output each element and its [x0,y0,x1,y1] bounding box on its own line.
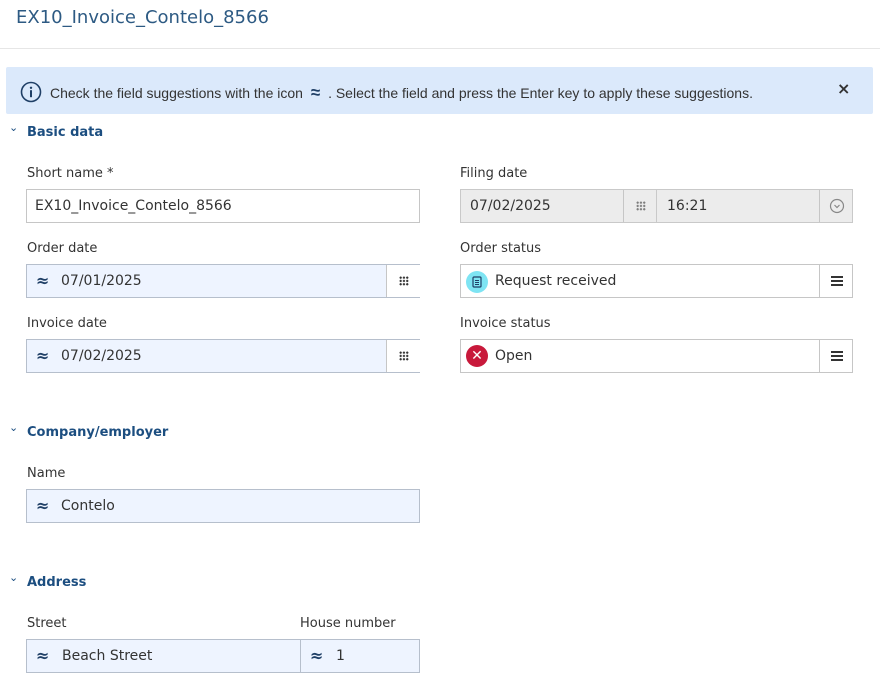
chevron-down-icon[interactable]: ⌄ [9,421,18,434]
calendar-button[interactable] [386,265,420,297]
name-label: Name [27,466,66,481]
banner-message: Check the field suggestions with the ico… [50,83,753,103]
name-value: Contelo [61,498,115,514]
list-button[interactable] [819,340,853,372]
order-status-select[interactable]: Request received [460,264,853,298]
name-input[interactable]: ≈ Contelo [26,489,420,523]
calendar-icon [635,201,646,211]
section-address[interactable]: Address [27,575,86,590]
order-date-label: Order date [27,241,98,256]
invoice-status-select[interactable]: ✕ Open [460,339,853,373]
suggestion-icon: ≈ [36,496,50,515]
filing-date-label: Filing date [460,166,528,181]
calendar-button[interactable] [386,340,420,372]
suggestion-icon: ≈ [36,346,50,365]
order-status-value: Request received [495,273,617,289]
filing-time-value: 16:21 [667,198,708,214]
short-name-label: Short name * [27,166,114,181]
house-number-label: House number [300,616,396,631]
invoice-status-label: Invoice status [460,316,551,331]
calendar-icon [398,276,409,286]
close-icon[interactable]: × [837,79,850,98]
street-input[interactable]: ≈ Beach Street [26,639,301,673]
list-icon [830,276,843,286]
list-icon [830,351,843,361]
street-value: Beach Street [62,648,153,664]
order-status-label: Order status [460,241,542,256]
chevron-down-icon[interactable]: ⌄ [9,571,18,584]
invoice-date-input[interactable]: ≈ 07/02/2025 [26,339,420,373]
order-date-value: 07/01/2025 [61,273,142,289]
short-name-value: EX10_Invoice_Contelo_8566 [35,198,232,214]
invoice-status-value: Open [495,348,533,364]
chevron-down-icon[interactable]: ⌄ [9,121,18,134]
document-icon [466,271,488,293]
suggestion-icon: ≈ [36,271,50,290]
calendar-button[interactable] [623,190,657,222]
list-button[interactable] [819,265,853,297]
banner-text-before: Check the field suggestions with the ico… [50,85,303,101]
suggestion-icon: ≈ [310,646,324,665]
section-basic-data[interactable]: Basic data [27,125,103,140]
filing-time-input[interactable]: 16:21 [656,189,853,223]
page-title: EX10_Invoice_Contelo_8566 [16,7,269,28]
suggestion-icon: ≈ [310,83,321,102]
house-number-input[interactable]: ≈ 1 [300,639,420,673]
calendar-icon [398,351,409,361]
close-circle-icon: ✕ [466,345,488,367]
clock-icon [829,198,844,214]
header-divider [0,48,880,49]
invoice-date-value: 07/02/2025 [61,348,142,364]
suggestion-icon: ≈ [36,646,50,665]
section-company[interactable]: Company/employer [27,425,168,440]
street-label: Street [27,616,67,631]
info-icon [20,81,42,103]
short-name-input[interactable]: EX10_Invoice_Contelo_8566 [26,189,420,223]
filing-date-value: 07/02/2025 [470,198,551,214]
house-number-value: 1 [336,648,345,664]
order-date-input[interactable]: ≈ 07/01/2025 [26,264,420,298]
invoice-date-label: Invoice date [27,316,107,331]
banner-text-after: . Select the field and press the Enter k… [328,85,753,101]
filing-date-input[interactable]: 07/02/2025 [460,189,657,223]
clock-button[interactable] [819,190,853,222]
